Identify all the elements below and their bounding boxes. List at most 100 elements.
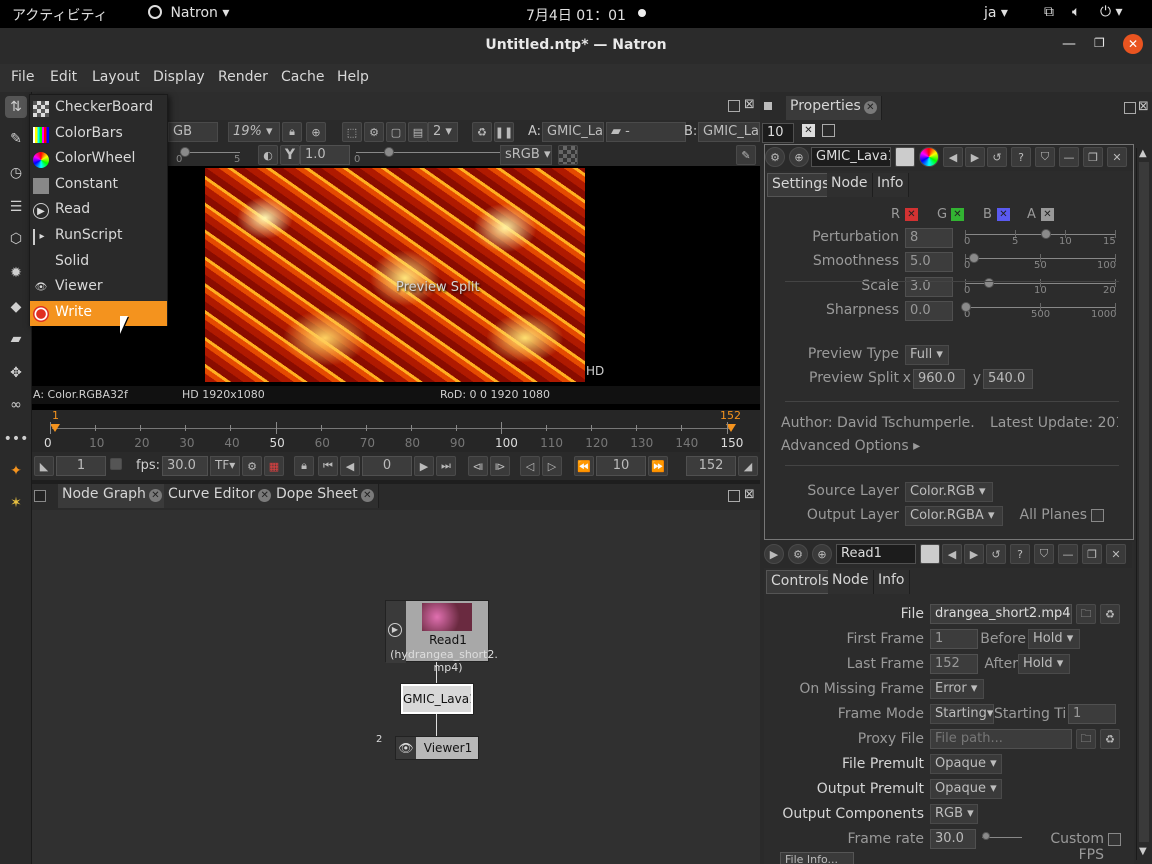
in-point-icon[interactable]: ◣ — [34, 456, 54, 476]
channel-r-checkbox[interactable]: ✕ — [905, 208, 918, 221]
menu-item-colorwheel[interactable]: ColorWheel — [30, 147, 167, 172]
out-point-icon[interactable]: ◢ — [738, 456, 758, 476]
help-icon[interactable]: ? — [1011, 147, 1031, 167]
step-back-icon[interactable]: ⏪ — [574, 456, 594, 476]
float-pane-icon[interactable] — [1124, 102, 1136, 114]
param-slider-sharpness[interactable]: 0 500 1000 — [961, 299, 1116, 320]
redo-icon[interactable]: ▶ — [965, 147, 985, 167]
frame-field[interactable]: 0 — [362, 456, 412, 476]
after-combo[interactable]: Hold ▾ — [1018, 654, 1070, 674]
output-components-combo[interactable]: RGB ▾ — [930, 804, 978, 824]
menu-item-colorbars[interactable]: ColorBars — [30, 122, 167, 147]
maximize-icon[interactable]: ❐ — [1094, 36, 1105, 50]
render-scale-icon[interactable]: ▤ — [408, 122, 428, 142]
float-pane-icon[interactable] — [728, 490, 740, 502]
help-icon[interactable]: ? — [1010, 544, 1030, 564]
overlay-color-icon[interactable] — [919, 147, 939, 167]
tab-node[interactable]: Node — [828, 570, 874, 594]
play-backward-icon[interactable]: ◀ — [340, 456, 360, 476]
fps-field[interactable]: 30.0 — [162, 456, 208, 476]
frame-mode-combo[interactable]: Starting▾ — [930, 704, 994, 724]
max-panels-field[interactable]: 10 — [762, 123, 794, 143]
other-tool-icon[interactable]: ••• — [4, 428, 29, 450]
gain-slider[interactable]: 0 5 — [176, 144, 240, 165]
menu-edit[interactable]: Edit — [50, 69, 77, 85]
slider-knob[interactable] — [961, 301, 971, 312]
gamma-field[interactable]: 1.0 — [300, 145, 350, 165]
tab-properties[interactable]: Properties ✕ — [786, 96, 882, 120]
tab-dope-sheet[interactable]: Dope Sheet ✕ — [272, 484, 379, 508]
input-b-combo[interactable]: GMIC_La — [698, 122, 760, 142]
close-icon[interactable]: ✕ — [1123, 34, 1143, 54]
power-icon[interactable]: ⏻ ▾ — [1100, 4, 1123, 20]
roi-icon[interactable]: ⬚ — [342, 122, 362, 142]
param-field-perturbation[interactable]: 8 — [905, 228, 953, 248]
zoom-combo[interactable]: 19% ▾ — [228, 122, 280, 142]
node-color-button[interactable] — [895, 147, 915, 167]
preview-type-combo[interactable]: Full ▾ — [905, 345, 949, 365]
output-layer-combo[interactable]: Color.RGBA ▾ — [905, 506, 1003, 526]
current-frame-field[interactable]: 1 — [56, 456, 106, 476]
time-tool-icon[interactable]: ◷ — [5, 162, 27, 184]
float-pane-icon[interactable] — [728, 100, 740, 112]
menu-cache[interactable]: Cache — [281, 69, 325, 85]
restore-defaults-icon[interactable]: ↺ — [986, 544, 1006, 564]
before-combo[interactable]: Hold ▾ — [1028, 629, 1080, 649]
menu-item-read[interactable]: ▶ Read — [30, 198, 167, 223]
source-layer-combo[interactable]: Color.RGB ▾ — [905, 482, 993, 502]
play-icon[interactable]: ▶ — [764, 544, 784, 564]
output-premult-combo[interactable]: Opaque ▾ — [930, 779, 1002, 799]
app-menu-button[interactable]: Natron ▾ — [148, 5, 229, 21]
channels-combo[interactable]: GB — [168, 122, 218, 142]
scroll-down-icon[interactable]: ▼ — [1139, 846, 1147, 857]
pin-icon[interactable]: ✎ — [736, 145, 756, 165]
minimize-icon[interactable]: — — [1062, 36, 1076, 52]
color-tool-icon[interactable]: ⬡ — [5, 228, 27, 250]
preview-split-x-field[interactable]: 960.0 — [913, 369, 965, 389]
slider-knob[interactable] — [983, 277, 994, 288]
missing-frame-combo[interactable]: Error ▾ — [930, 679, 984, 699]
pane-menu-icon[interactable] — [764, 102, 772, 110]
param-slider-perturbation[interactable]: 0 5 10 15 — [964, 226, 1116, 247]
channel-a-checkbox[interactable]: ✕ — [1041, 208, 1054, 221]
node-graph-canvas[interactable]: ▶ Read1 (hydrangea_short2. mp4) GMIC_Lav… — [32, 510, 760, 864]
step-forward-icon[interactable]: ⏩ — [648, 456, 668, 476]
next-frame-icon[interactable]: ⧐ — [490, 456, 510, 476]
float-panel-icon[interactable]: ❐ — [1083, 147, 1103, 167]
minimize-panel-icon[interactable]: — — [1058, 544, 1078, 564]
minimize-all-icon[interactable] — [822, 124, 835, 137]
close-pane-icon[interactable]: ⊠ — [744, 487, 755, 502]
slider-knob[interactable] — [1040, 229, 1051, 239]
all-planes-checkbox[interactable] — [1091, 509, 1104, 522]
tab-info[interactable]: Info — [873, 173, 909, 197]
param-field-scale[interactable]: 3.0 — [905, 276, 953, 297]
restore-defaults-icon[interactable]: ↺ — [987, 147, 1007, 167]
playhead-marker-icon[interactable] — [50, 424, 60, 432]
preview-split-overlay[interactable]: Preview Split — [396, 280, 480, 295]
custom-fps-checkbox[interactable] — [1108, 833, 1121, 846]
read-node[interactable]: ▶ Read1 (hydrangea_short2. mp4) — [385, 600, 498, 674]
network-icon[interactable]: ⧉ — [1044, 4, 1054, 20]
close-panel-icon[interactable]: ✕ — [1107, 147, 1127, 167]
extra-tool-icon[interactable]: ✶ — [5, 492, 27, 514]
frame-rate-field[interactable]: 30.0 — [930, 829, 976, 849]
node-name-field[interactable]: Read1 — [836, 544, 916, 564]
out-frame-field[interactable]: 152 — [686, 456, 736, 476]
node-name-field[interactable]: GMIC_Lava1 — [811, 147, 891, 167]
tab-node[interactable]: Node — [827, 173, 873, 197]
pause-icon[interactable]: ❚❚ — [494, 122, 514, 142]
last-frame-icon[interactable]: ⏭ — [436, 456, 456, 476]
float-panel-icon[interactable]: ❐ — [1082, 544, 1102, 564]
param-slider-scale[interactable]: 0 10 20 — [964, 275, 1116, 296]
proxy-file-field[interactable]: File path... — [930, 729, 1072, 749]
center-node-icon[interactable]: ⊕ — [789, 147, 809, 167]
contrast-icon[interactable]: ◐ — [258, 145, 278, 165]
menu-item-runscript[interactable]: ▸ RunScript — [30, 224, 167, 249]
time-format-combo[interactable]: TF▾ — [210, 456, 240, 476]
center-node-icon[interactable]: ⊕ — [812, 544, 832, 564]
gmic-lava-node[interactable]: GMIC_Lava1 — [400, 683, 474, 715]
volume-icon[interactable]: 🔈︎ — [1072, 4, 1080, 20]
turbo-checkbox[interactable] — [110, 458, 122, 470]
settings-icon[interactable]: ⚙ — [788, 544, 808, 564]
settings-icon[interactable]: ⚙ — [765, 147, 785, 167]
